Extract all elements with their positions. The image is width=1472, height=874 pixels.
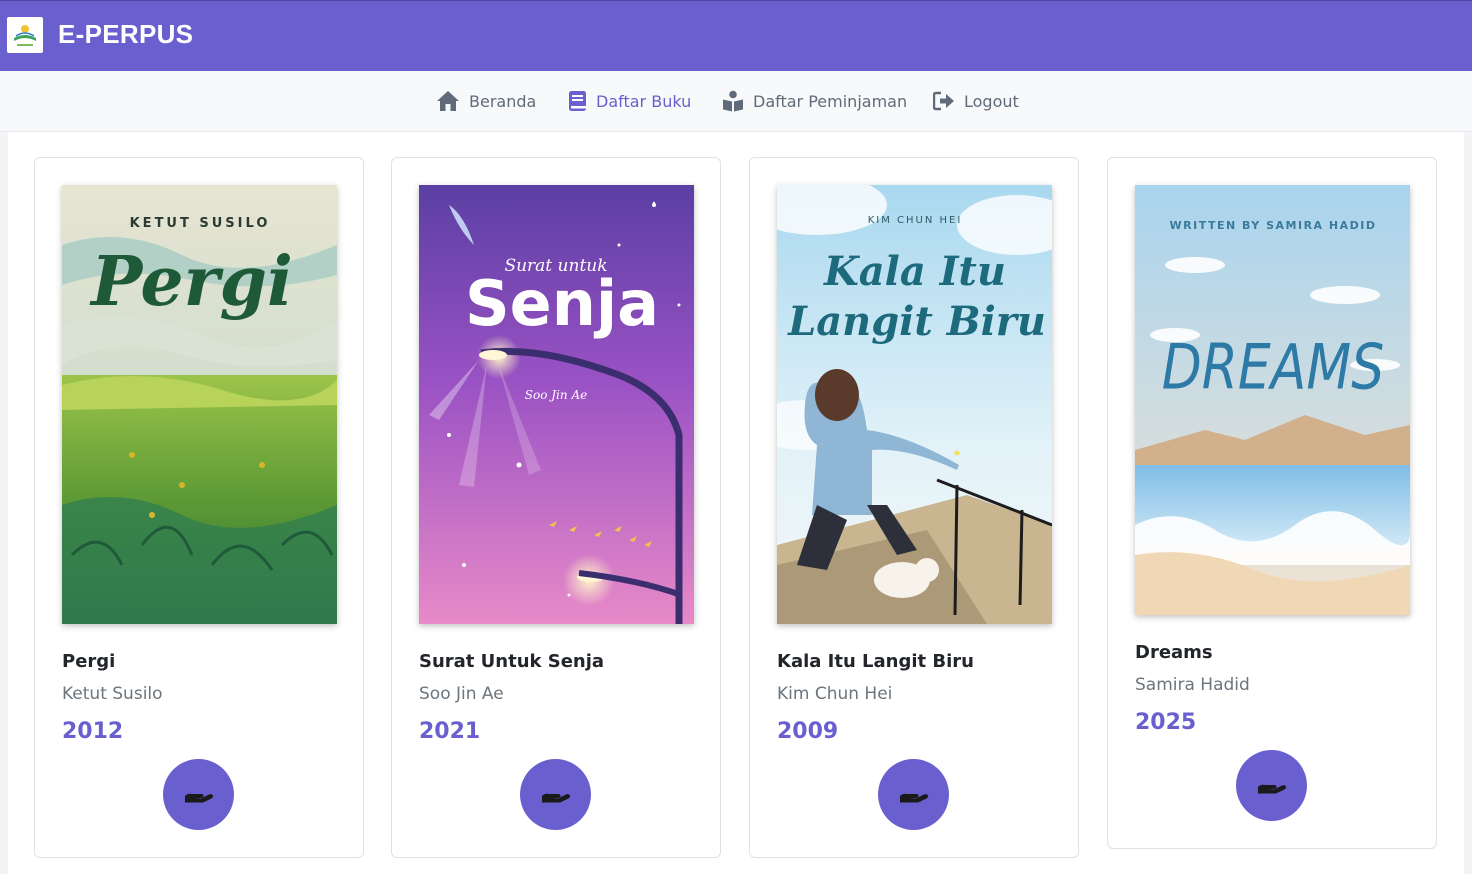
home-icon <box>437 91 459 111</box>
sign-out-icon <box>933 91 954 111</box>
book-card: KETUT SUSILO Pergi Pergi Ketut Susilo 20… <box>34 157 364 858</box>
cover-title-text: Senja <box>465 267 659 340</box>
book-card: KIM CHUN HEI Kala Itu Langit Biru Kala I… <box>749 157 1079 858</box>
book-cover-image[interactable]: KETUT SUSILO Pergi <box>62 185 337 624</box>
top-bar: E-PERPUS <box>0 0 1472 71</box>
nav-item-beranda[interactable]: Beranda <box>436 89 536 113</box>
book-card: WRITTEN BY SAMIRA HADID DREAMS Dreams Sa… <box>1107 157 1437 849</box>
nav-item-daftar-peminjaman[interactable]: Daftar Peminjaman <box>722 89 907 113</box>
book-card: Surat untuk Senja Soo Jin Ae Surat Untuk… <box>391 157 721 858</box>
cover-author-text: KETUT SUSILO <box>130 216 271 231</box>
book-title: Surat Untuk Senja <box>419 651 605 672</box>
nav-item-logout[interactable]: Logout <box>933 89 1019 113</box>
cover-title-line1: Kala Itu <box>823 248 1006 295</box>
hand-holding-icon <box>184 793 213 802</box>
book-author: Ketut Susilo <box>62 684 163 704</box>
book-cover-image[interactable]: WRITTEN BY SAMIRA HADID DREAMS <box>1135 185 1410 615</box>
book-title: Pergi <box>62 651 116 672</box>
library-logo-icon <box>7 17 43 53</box>
nav-label-daftar-peminjaman: Daftar Peminjaman <box>753 91 908 111</box>
book-title: Dreams <box>1135 642 1213 663</box>
book-list-panel: KETUT SUSILO Pergi Pergi Ketut Susilo 20… <box>8 132 1464 874</box>
book-year: 2025 <box>1135 710 1197 735</box>
book-author: Kim Chun Hei <box>777 684 893 704</box>
nav-label-beranda: Beranda <box>469 91 537 111</box>
hand-holding-icon <box>541 793 570 802</box>
borrow-button[interactable] <box>1236 750 1307 821</box>
hand-holding-icon <box>1257 784 1286 793</box>
cover-title-line2: Langit Biru <box>787 298 1046 345</box>
book-author: Samira Hadid <box>1135 675 1250 695</box>
book-author: Soo Jin Ae <box>419 684 504 704</box>
cover-title-text: DREAMS <box>1162 331 1384 404</box>
cover-title-text: Pergi <box>89 242 293 322</box>
main-nav: Beranda Daftar Buku Daftar Peminjaman Lo… <box>0 71 1472 132</box>
nav-label-logout: Logout <box>964 91 1019 111</box>
book-cover-image[interactable]: KIM CHUN HEI Kala Itu Langit Biru <box>777 185 1052 624</box>
book-year: 2012 <box>62 719 124 744</box>
nav-item-daftar-buku[interactable]: Daftar Buku <box>568 89 691 113</box>
book-year: 2021 <box>419 719 481 744</box>
book-reader-icon <box>723 90 743 112</box>
app-title: E-PERPUS <box>58 19 194 49</box>
book-icon <box>569 91 586 111</box>
cover-author-text: Soo Jin Ae <box>525 388 587 402</box>
book-cover-image[interactable]: Surat untuk Senja Soo Jin Ae <box>419 185 694 624</box>
cover-author-text: WRITTEN BY SAMIRA HADID <box>1170 219 1377 232</box>
borrow-button[interactable] <box>520 759 591 830</box>
borrow-button[interactable] <box>163 759 234 830</box>
nav-label-daftar-buku: Daftar Buku <box>596 91 692 111</box>
book-year: 2009 <box>777 719 839 744</box>
cover-author-text: KIM CHUN HEI <box>868 215 963 226</box>
hand-holding-icon <box>899 793 928 802</box>
borrow-button[interactable] <box>878 759 949 830</box>
book-title: Kala Itu Langit Biru <box>777 651 974 672</box>
